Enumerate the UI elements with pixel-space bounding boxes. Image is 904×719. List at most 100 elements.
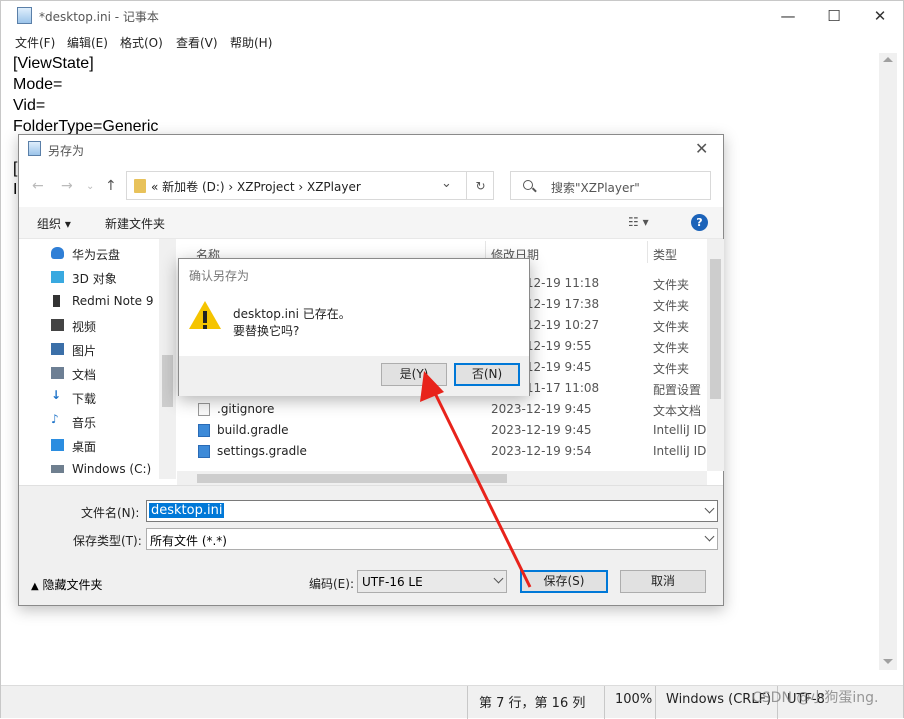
address-bar[interactable]: « 新加卷 (D:) › XZProject › XZPlayer ⌄ [126,171,494,200]
file-type: 文件夹 [653,278,690,292]
nav-item[interactable]: 视频 [45,315,177,337]
gradle-file-icon [198,424,210,437]
nav-item[interactable]: Windows (C:) [45,459,177,481]
file-name-input[interactable]: desktop.ini [146,500,718,522]
confirm-message-line2: 要替换它吗? [233,324,300,338]
forward-arrow-icon[interactable]: → [61,178,73,194]
file-name-value: desktop.ini [149,503,225,518]
menu-edit[interactable]: 编辑(E) [67,34,108,51]
chevron-up-icon: ▲ [31,581,39,592]
save-options-panel: 文件名(N): desktop.ini 保存类型(T): 所有文件 (*.*) … [19,485,723,605]
nav-item-label: 音乐 [72,416,97,430]
file-type: 文件夹 [653,320,690,334]
scroll-thumb[interactable] [197,474,507,483]
nav-item[interactable]: 文档 [45,363,177,385]
hide-folders-toggle[interactable]: ▲ 隐藏文件夹 [31,576,103,593]
cloud-icon [51,247,64,259]
view-options-icon[interactable]: ☷ ▾ [628,215,649,229]
menu-format[interactable]: 格式(O) [120,34,163,51]
file-list-horizontal-scrollbar[interactable] [177,471,707,486]
nav-item[interactable]: Redmi Note 9 [45,291,177,313]
menu-view[interactable]: 查看(V) [176,34,218,51]
confirm-button-bar: 是(Y) 否(N) [179,356,529,396]
menu-help[interactable]: 帮助(H) [230,34,272,51]
notepad-menu-bar: 文件(F) 编辑(E) 格式(O) 查看(V) 帮助(H) [1,31,903,53]
file-type: IntelliJ ID [653,444,707,458]
scroll-down-icon[interactable] [883,659,893,664]
nav-item-label: 下载 [72,392,97,406]
save-button[interactable]: 保存(S) [520,570,608,593]
file-type: IntelliJ ID [653,423,707,437]
scroll-up-icon[interactable] [883,57,893,62]
search-input[interactable]: 搜索"XZPlayer" [551,179,640,196]
file-name: .gitignore [217,402,275,416]
text-line: [ViewState] [13,55,94,72]
nav-item[interactable]: 图片 [45,339,177,361]
organize-button[interactable]: 组织 ▾ [37,215,71,232]
dialog-toolbar: 组织 ▾ 新建文件夹 ☷ ▾ ? [19,207,723,239]
notepad-icon [28,141,41,156]
encoding-select[interactable]: UTF-16 LE [357,570,507,593]
breadcrumb[interactable]: « 新加卷 (D:) › XZProject › XZPlayer [151,178,361,195]
recent-locations-chevron-icon[interactable]: ⌄ [86,181,94,192]
save-as-title: 另存为 [48,144,85,158]
nav-item[interactable]: 桌面 [45,435,177,457]
column-separator[interactable] [647,241,648,263]
chevron-down-icon[interactable] [493,573,504,584]
close-icon[interactable]: ✕ [857,1,903,31]
nav-item[interactable]: 华为云盘 [45,243,177,265]
drive-icon [51,465,64,473]
no-button[interactable]: 否(N) [454,363,520,386]
refresh-icon[interactable]: ↻ [466,171,494,200]
menu-file[interactable]: 文件(F) [15,34,55,51]
search-icon [523,180,533,190]
maximize-icon[interactable]: ☐ [811,1,857,31]
status-zoom: 100% [615,692,653,707]
nav-scrollbar[interactable] [159,239,176,479]
yes-button[interactable]: 是(Y) [381,363,447,386]
scroll-thumb[interactable] [162,355,173,407]
file-date: 2023-12-19 9:45 [491,402,592,416]
nav-item-label: 文档 [72,368,97,382]
watermark: CSDN @小狗蛋ing. [752,690,879,706]
text-line: Mode= [13,76,63,93]
nav-item-label: 视频 [72,320,97,334]
notepad-vertical-scrollbar[interactable] [879,53,897,670]
file-row[interactable]: build.gradle 2023-12-19 9:45 IntelliJ ID [177,420,707,441]
file-row[interactable]: settings.gradle 2023-12-19 9:54 IntelliJ… [177,441,707,462]
up-arrow-icon[interactable]: ↑ [105,178,117,194]
back-arrow-icon[interactable]: ← [32,178,44,194]
minimize-icon[interactable]: — [765,1,811,31]
chevron-down-icon[interactable] [704,531,715,542]
file-name: settings.gradle [217,444,307,458]
status-separator [467,686,468,719]
file-row[interactable]: .gitignore 2023-12-19 9:45 文本文档 [177,399,705,420]
nav-item-label: Windows (C:) [72,462,152,476]
nav-item[interactable]: ↓ 下载 [45,387,177,409]
notepad-title-bar[interactable]: *desktop.ini - 记事本 — ☐ ✕ [1,1,903,31]
nav-item[interactable]: ♪ 音乐 [45,411,177,433]
phone-icon [53,295,60,307]
search-box[interactable]: 搜索"XZPlayer" [510,171,711,200]
chevron-down-icon[interactable] [704,503,715,514]
help-icon[interactable]: ? [691,214,708,231]
nav-item[interactable]: 3D 对象 [45,267,177,289]
file-type: 文件夹 [653,299,690,313]
warning-icon-mark [203,311,207,323]
scroll-thumb[interactable] [710,259,721,399]
status-separator [604,686,605,719]
music-icon: ♪ [51,412,59,426]
file-type: 配置设置 [653,383,702,397]
save-type-select[interactable]: 所有文件 (*.*) [146,528,718,550]
nav-item-label: 图片 [72,344,97,358]
chevron-down-icon[interactable]: ⌄ [441,176,452,191]
notepad-title: *desktop.ini - 记事本 [39,10,159,24]
column-header-type[interactable]: 类型 [653,246,677,263]
close-icon[interactable]: ✕ [695,139,708,158]
download-icon: ↓ [51,388,62,402]
file-list-vertical-scrollbar[interactable] [707,239,724,471]
new-folder-button[interactable]: 新建文件夹 [105,215,165,232]
cancel-button[interactable]: 取消 [620,570,706,593]
file-type: 文本文档 [653,404,702,418]
confirm-save-as-dialog: 确认另存为 desktop.ini 已存在。 要替换它吗? 是(Y) 否(N) [178,258,530,396]
